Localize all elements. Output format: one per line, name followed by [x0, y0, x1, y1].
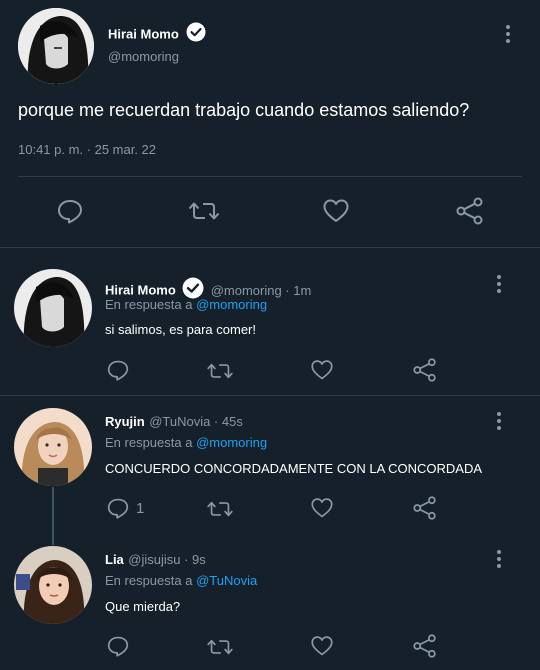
- share-icon[interactable]: [412, 496, 438, 520]
- author-handle[interactable]: @jisujisu · 9s: [128, 552, 206, 567]
- avatar[interactable]: [14, 269, 92, 347]
- reply-to-link[interactable]: @momoring: [196, 297, 267, 312]
- retweet-icon[interactable]: [206, 498, 234, 520]
- author-name[interactable]: Ryujin: [105, 414, 145, 429]
- author-name[interactable]: Hirai Momo: [105, 283, 176, 298]
- reply-icon[interactable]: [56, 198, 84, 224]
- avatar[interactable]: [18, 8, 94, 84]
- more-icon[interactable]: [493, 274, 505, 294]
- verified-icon: [186, 22, 206, 47]
- author-handle[interactable]: @momoring: [108, 49, 179, 64]
- divider: [0, 395, 540, 396]
- like-icon[interactable]: [322, 198, 350, 224]
- author-name[interactable]: Hirai Momo: [108, 27, 179, 42]
- like-icon[interactable]: [310, 635, 334, 657]
- retweet-icon[interactable]: [188, 198, 220, 224]
- reply-to-link[interactable]: @TuNovia: [196, 573, 257, 588]
- avatar[interactable]: [14, 408, 92, 486]
- like-icon[interactable]: [310, 359, 334, 381]
- share-icon[interactable]: [412, 358, 438, 382]
- more-icon[interactable]: [493, 411, 505, 431]
- author-handle[interactable]: @momoring · 1m: [211, 283, 312, 298]
- retweet-icon[interactable]: [206, 636, 234, 658]
- like-icon[interactable]: [310, 497, 334, 519]
- reply-icon[interactable]: [106, 497, 130, 519]
- share-icon[interactable]: [412, 634, 438, 658]
- tweet-timestamp[interactable]: 10:41 p. m. · 25 mar. 22: [18, 142, 156, 157]
- author-name[interactable]: Lia: [105, 552, 124, 567]
- tweet-text: CONCUERDO CONCORDADAMENTE CON LA CONCORD…: [105, 461, 483, 476]
- reply-prefix: En respuesta a: [105, 435, 193, 450]
- reply-prefix: En respuesta a: [105, 573, 193, 588]
- reply-prefix: En respuesta a: [105, 297, 193, 312]
- more-icon[interactable]: [493, 549, 505, 569]
- thread-line: [52, 487, 54, 545]
- reply-icon[interactable]: [106, 359, 130, 381]
- tweet-text: porque me recuerdan trabajo cuando estam…: [18, 100, 470, 120]
- reply-count: 1: [136, 500, 145, 517]
- divider: [18, 176, 522, 177]
- tweet-text: Que mierda?: [105, 599, 181, 614]
- tweet-text: si salimos, es para comer!: [105, 322, 256, 337]
- share-icon[interactable]: [455, 197, 485, 225]
- retweet-icon[interactable]: [206, 360, 234, 382]
- more-icon[interactable]: [502, 24, 514, 44]
- divider: [0, 247, 540, 248]
- reply-to-link[interactable]: @momoring: [196, 435, 267, 450]
- author-handle[interactable]: @TuNovia · 45s: [149, 414, 243, 429]
- avatar[interactable]: [14, 546, 92, 624]
- reply-icon[interactable]: [106, 635, 130, 657]
